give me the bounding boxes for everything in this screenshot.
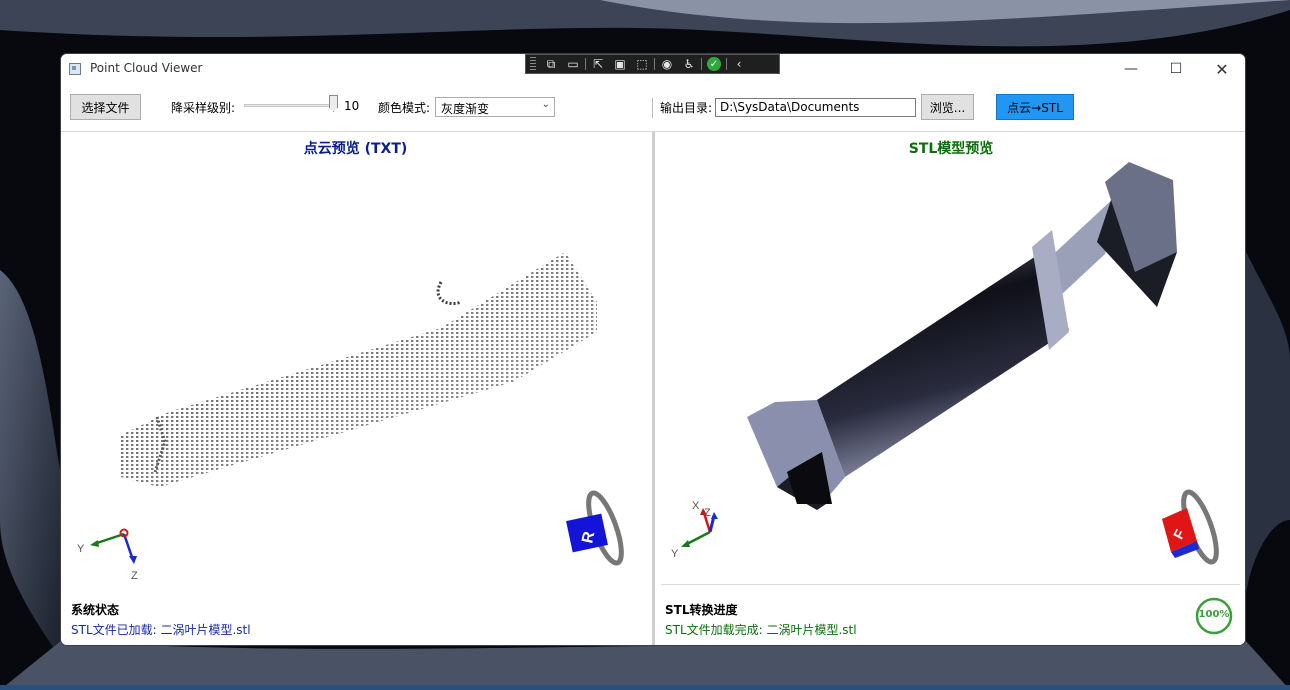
camera-icon[interactable]: ▭ (562, 55, 584, 73)
select-file-button[interactable]: 选择文件 (70, 94, 141, 120)
track-focus-icon[interactable]: ⬚ (631, 55, 653, 73)
panel-divider (661, 584, 1240, 585)
downsample-slider-track[interactable] (244, 104, 336, 107)
conversion-progress-title: STL转换进度 (665, 603, 738, 617)
axis-y-label: Y (77, 543, 85, 555)
panel-splitter[interactable] (650, 132, 657, 645)
select-element-icon[interactable]: ⇱ (587, 55, 609, 73)
live-tree-icon[interactable]: ⧉ (540, 55, 562, 73)
toolbar-separator (726, 58, 727, 70)
close-button[interactable]: ✕ (1199, 54, 1245, 84)
axis-y-label: Y (671, 548, 679, 560)
toolbar-separator (701, 58, 702, 70)
downsample-slider-thumb[interactable] (329, 95, 338, 112)
app-icon (69, 63, 81, 75)
xaml-debug-toolbar: ⧉ ▭ ⇱ ▣ ⬚ ◉ ♿ ✓ ‹ (525, 54, 780, 74)
accessibility-icon[interactable]: ♿ (678, 55, 700, 73)
stl-viewport[interactable]: X Z Y F (657, 132, 1245, 584)
color-mode-label: 颜色模式: (378, 101, 431, 115)
toolbar-separator (652, 98, 653, 118)
taskbar-edge (0, 685, 1290, 690)
minimize-button[interactable]: — (1108, 54, 1154, 84)
output-dir-label: 输出目录: (660, 101, 713, 115)
collapse-icon[interactable]: ‹ (728, 55, 750, 73)
color-mode-value: 灰度渐变 (441, 102, 490, 116)
progress-percent: 100% (1198, 609, 1230, 620)
view-cube[interactable]: F (1162, 488, 1223, 565)
point-cloud-viewport[interactable]: Y Z R (61, 132, 650, 592)
axis-gizmo: X Z Y (671, 500, 718, 560)
color-mode-select[interactable]: 灰度渐变 ⌄ (435, 97, 555, 117)
system-status-title: 系统状态 (71, 603, 120, 617)
point-cloud-panel: 点云预览 (TXT) Y Z R 系统状态 STL文件已加载: 二涡叶片模型.s… (61, 132, 650, 645)
toolbar-separator (585, 58, 586, 70)
browse-button[interactable]: 浏览... (921, 94, 974, 120)
window-title: Point Cloud Viewer (90, 61, 203, 75)
hot-reload-icon[interactable]: ◉ (656, 55, 678, 73)
toolbar-separator (654, 58, 655, 70)
axis-z-label: Z (131, 570, 138, 582)
chevron-down-icon: ⌄ (541, 99, 550, 110)
view-cube[interactable]: R (566, 489, 628, 566)
downsample-label: 降采样级别: (171, 101, 236, 115)
downsample-value: 10 (344, 99, 360, 113)
point-cloud-model (121, 252, 597, 487)
grip-icon[interactable] (530, 57, 536, 71)
display-layout-icon[interactable]: ▣ (609, 55, 631, 73)
axis-x-label: X (692, 500, 700, 512)
toolbar: 选择文件 降采样级别: 10 颜色模式: 灰度渐变 ⌄ 输出目录: D:\Sys… (61, 85, 1245, 132)
check-icon[interactable]: ✓ (707, 57, 721, 71)
convert-to-stl-button[interactable]: 点云→STL (996, 94, 1074, 120)
conversion-status-text: STL文件加载完成: 二涡叶片模型.stl (665, 623, 857, 637)
system-status-text: STL文件已加载: 二涡叶片模型.stl (71, 623, 251, 637)
stl-model (747, 162, 1177, 510)
axis-z-label: Z (704, 507, 711, 519)
stl-panel: STL模型预览 X Z Y F STL转换进度 STL文件加载完成: 二涡叶片模… (657, 132, 1245, 645)
output-dir-input[interactable]: D:\SysData\Documents (715, 98, 916, 117)
app-window: Point Cloud Viewer — ☐ ✕ 选择文件 降采样级别: 10 … (61, 54, 1245, 645)
maximize-button[interactable]: ☐ (1153, 54, 1199, 84)
axis-gizmo: Y Z (77, 528, 138, 582)
